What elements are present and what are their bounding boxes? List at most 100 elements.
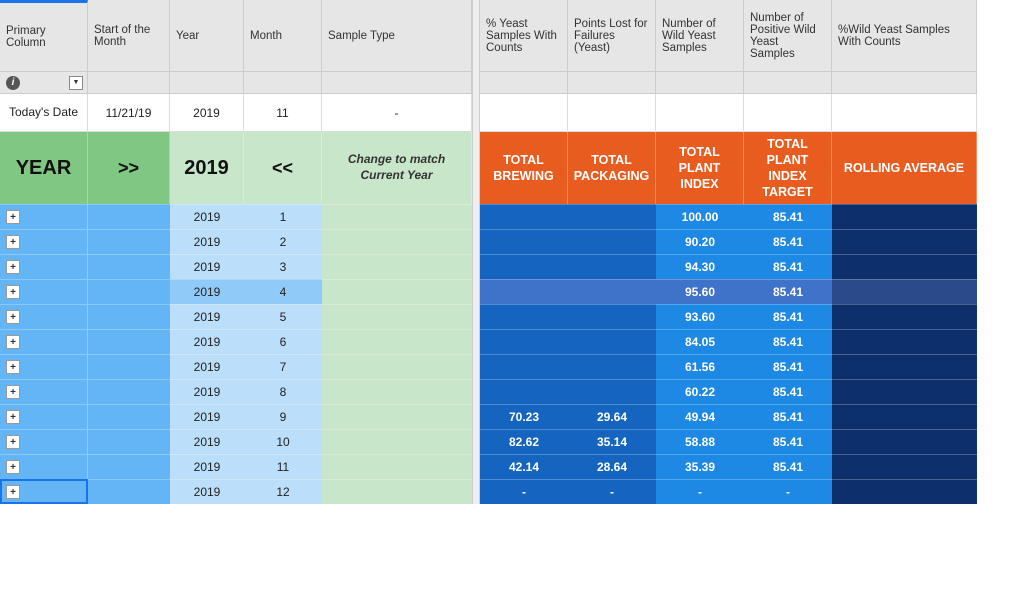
brew-cell (480, 229, 568, 254)
plant-cell: 49.94 (656, 404, 744, 429)
col-header[interactable]: Month (244, 0, 322, 72)
expand-icon[interactable]: + (6, 360, 20, 374)
today-sample: - (322, 94, 472, 132)
roll-cell (832, 229, 977, 254)
year-next-button[interactable]: >> (88, 132, 170, 204)
target-cell: 85.41 (744, 204, 832, 229)
expand-icon[interactable]: + (6, 235, 20, 249)
col-header[interactable]: Year (170, 0, 244, 72)
expand-cell[interactable]: + (0, 354, 88, 379)
expand-icon[interactable]: + (6, 210, 20, 224)
expand-icon[interactable]: + (6, 460, 20, 474)
sample-cell (322, 204, 472, 229)
sample-cell (322, 404, 472, 429)
year-value: 2019 (170, 132, 244, 204)
filter-cell[interactable] (744, 72, 832, 94)
start-cell (88, 304, 170, 329)
expand-icon[interactable]: + (6, 385, 20, 399)
filter-cell[interactable] (244, 72, 322, 94)
filter-cell[interactable] (568, 72, 656, 94)
brew-cell (480, 204, 568, 229)
expand-icon[interactable]: + (6, 310, 20, 324)
col-header[interactable]: Number of Wild Yeast Samples (656, 0, 744, 72)
expand-cell[interactable]: + (0, 254, 88, 279)
info-icon[interactable]: i (6, 76, 20, 90)
expand-cell[interactable]: + (0, 329, 88, 354)
start-cell (88, 354, 170, 379)
month-cell: 11 (244, 454, 322, 479)
expand-cell[interactable]: + (0, 279, 88, 304)
filter-cell[interactable] (656, 72, 744, 94)
year-cell: 2019 (170, 279, 244, 304)
pack-cell: - (568, 479, 656, 504)
filter-cell[interactable] (322, 72, 472, 94)
expand-cell[interactable]: + (0, 204, 88, 229)
separator (472, 72, 480, 94)
roll-cell (832, 404, 977, 429)
roll-cell (832, 329, 977, 354)
roll-cell (832, 304, 977, 329)
pack-cell (568, 254, 656, 279)
pack-cell (568, 229, 656, 254)
year-prev-button[interactable]: << (244, 132, 322, 204)
brew-cell (480, 354, 568, 379)
separator (472, 404, 480, 429)
total-header: TOTAL PACKAGING (568, 132, 656, 204)
year-label: YEAR (0, 132, 88, 204)
month-cell: 5 (244, 304, 322, 329)
start-cell (88, 329, 170, 354)
col-header[interactable]: %Wild Yeast Samples With Counts (832, 0, 977, 72)
col-header[interactable]: Points Lost for Failures (Yeast) (568, 0, 656, 72)
filter-cell[interactable] (88, 72, 170, 94)
sample-cell (322, 329, 472, 354)
plant-cell: 93.60 (656, 304, 744, 329)
filter-cell[interactable]: i▼ (0, 72, 88, 94)
target-cell: 85.41 (744, 454, 832, 479)
start-cell (88, 454, 170, 479)
roll-cell (832, 204, 977, 229)
start-cell (88, 379, 170, 404)
dropdown-icon[interactable]: ▼ (69, 76, 83, 90)
separator (472, 0, 480, 72)
month-cell: 4 (244, 279, 322, 304)
filter-cell[interactable] (832, 72, 977, 94)
today-date: 11/21/19 (88, 94, 170, 132)
separator (472, 204, 480, 229)
col-header[interactable]: Number of Positive Wild Yeast Samples (744, 0, 832, 72)
expand-cell[interactable]: + (0, 229, 88, 254)
expand-cell[interactable]: + (0, 404, 88, 429)
col-header[interactable]: % Yeast Samples With Counts (480, 0, 568, 72)
col-header[interactable]: Start of the Month (88, 0, 170, 72)
plant-cell: 94.30 (656, 254, 744, 279)
roll-cell (832, 429, 977, 454)
expand-cell[interactable]: + (0, 479, 88, 504)
separator (472, 132, 480, 204)
expand-cell[interactable]: + (0, 304, 88, 329)
filter-cell[interactable] (480, 72, 568, 94)
sample-cell (322, 479, 472, 504)
target-cell: 85.41 (744, 354, 832, 379)
today-blank (744, 94, 832, 132)
col-header[interactable]: Primary Column (0, 0, 88, 72)
sample-cell (322, 229, 472, 254)
target-cell: 85.41 (744, 304, 832, 329)
pack-cell: 35.14 (568, 429, 656, 454)
expand-cell[interactable]: + (0, 454, 88, 479)
expand-icon[interactable]: + (6, 285, 20, 299)
pack-cell (568, 279, 656, 304)
expand-icon[interactable]: + (6, 260, 20, 274)
separator (472, 304, 480, 329)
expand-cell[interactable]: + (0, 429, 88, 454)
col-header[interactable]: Sample Type (322, 0, 472, 72)
month-cell: 3 (244, 254, 322, 279)
expand-icon[interactable]: + (6, 410, 20, 424)
expand-icon[interactable]: + (6, 335, 20, 349)
roll-cell (832, 379, 977, 404)
roll-cell (832, 254, 977, 279)
filter-cell[interactable] (170, 72, 244, 94)
plant-cell: 90.20 (656, 229, 744, 254)
expand-cell[interactable]: + (0, 379, 88, 404)
expand-icon[interactable]: + (6, 435, 20, 449)
total-header: TOTAL BREWING (480, 132, 568, 204)
expand-icon[interactable]: + (6, 485, 20, 499)
